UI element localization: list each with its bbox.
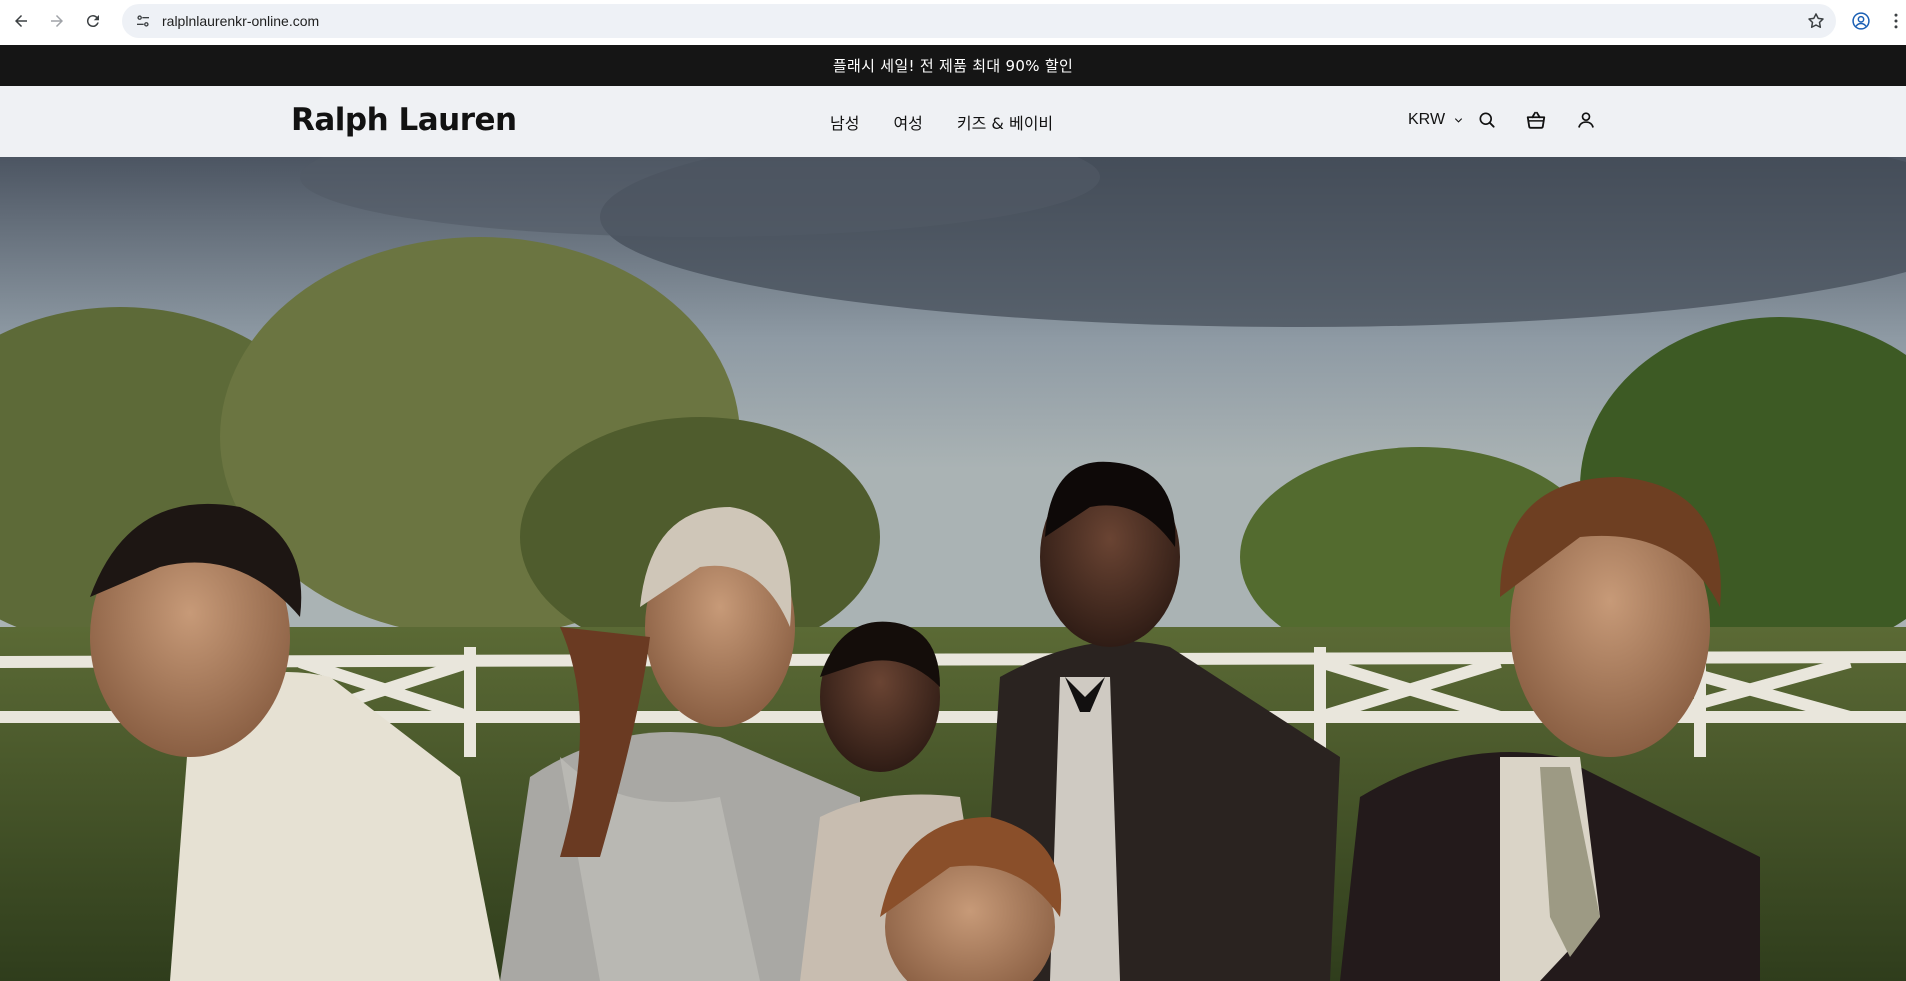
browser-toolbar: ralplnlaurenkr-online.com xyxy=(0,0,1906,42)
arrow-left-icon xyxy=(15,15,27,27)
reload-button[interactable] xyxy=(75,3,111,39)
nav-link-kids-baby[interactable]: 키즈 & 베이비 xyxy=(957,110,1053,134)
nav-link-men[interactable]: 남성 xyxy=(830,110,859,134)
chevron-down-icon xyxy=(1454,117,1463,123)
bookmark-star-icon[interactable] xyxy=(1806,11,1826,31)
hero-banner-image[interactable] xyxy=(0,157,1906,981)
back-button[interactable] xyxy=(3,3,39,39)
nav-link-women[interactable]: 여성 xyxy=(893,110,922,134)
announcement-bar: 플래시 세일! 전 제품 최대 90% 할인 xyxy=(0,45,1906,86)
url-text[interactable]: ralplnlaurenkr-online.com xyxy=(162,13,319,29)
announcement-text: 플래시 세일! 전 제품 최대 90% 할인 xyxy=(832,57,1074,75)
arrow-right-icon xyxy=(51,15,63,27)
forward-button[interactable] xyxy=(39,3,75,39)
site-info-icon[interactable] xyxy=(126,4,160,38)
reload-icon xyxy=(86,15,99,28)
main-nav: 남성 여성 키즈 & 베이비 xyxy=(830,110,1053,134)
currency-label: KRW xyxy=(1408,111,1446,128)
search-icon[interactable] xyxy=(1475,108,1499,132)
account-icon[interactable] xyxy=(1574,108,1598,132)
site-header: Ralph Lauren 남성 여성 키즈 & 베이비 KRW xyxy=(0,86,1906,157)
menu-dots-icon[interactable] xyxy=(1884,9,1906,33)
profile-icon[interactable] xyxy=(1849,9,1873,33)
address-bar[interactable]: ralplnlaurenkr-online.com xyxy=(122,4,1836,38)
currency-selector[interactable]: KRW xyxy=(1408,111,1464,129)
site-logo[interactable]: Ralph Lauren xyxy=(291,102,517,138)
cart-icon[interactable] xyxy=(1524,108,1548,132)
